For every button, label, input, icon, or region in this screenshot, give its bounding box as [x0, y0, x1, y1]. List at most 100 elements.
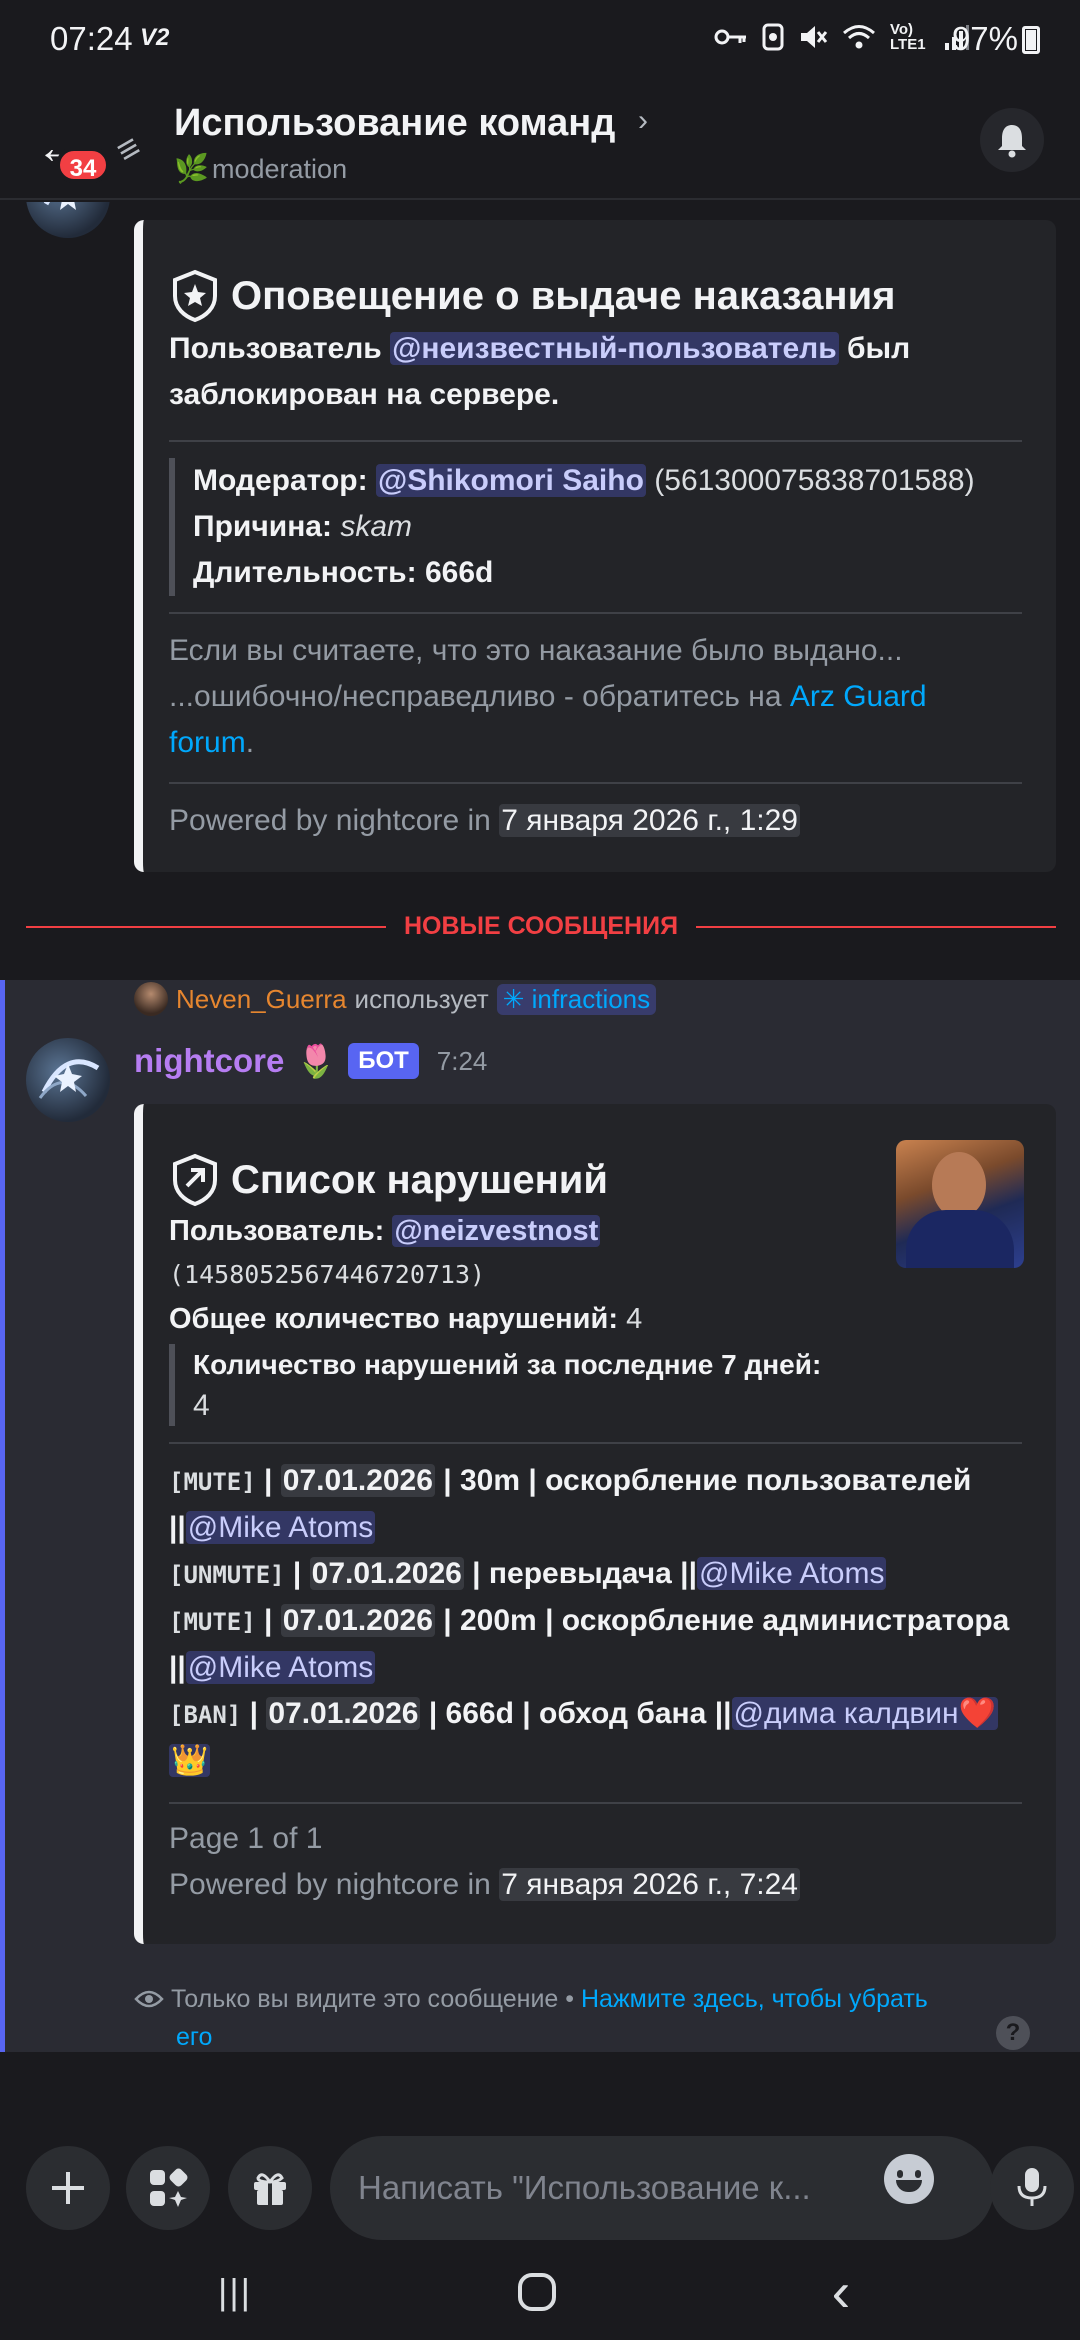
emoji-icon[interactable] — [884, 2154, 934, 2204]
apps-icon — [150, 2168, 188, 2207]
message-list[interactable]: Оповещение о выдаче наказания Пользовате… — [0, 202, 1080, 2052]
infraction-date: 07.01.2026 — [280, 1604, 435, 1637]
total-label: Общее количество нарушений: — [169, 1303, 618, 1335]
add-button[interactable] — [26, 2146, 110, 2230]
appeal-link-forum[interactable]: forum — [169, 726, 246, 759]
message-author-line: nightcore 🌷 БОТ 7:24 — [134, 1042, 487, 1080]
total-line: Общее количество нарушений: 4 — [169, 1296, 1022, 1342]
footer-text: Powered by nightcore in — [169, 1868, 500, 1901]
embed-divider — [169, 1802, 1022, 1804]
moderator-mention[interactable]: @Mike Atoms — [185, 1511, 376, 1544]
notification-icon — [762, 23, 784, 51]
infraction-type: [MUTE] — [169, 1468, 256, 1496]
infraction-type: [UNMUTE] — [169, 1561, 285, 1589]
author-emoji: 🌷 — [296, 1043, 337, 1079]
back-nav-button[interactable]: ‹ — [796, 2262, 886, 2322]
plus-icon — [52, 2172, 84, 2204]
recent-value: 4 — [193, 1389, 210, 1422]
appeal-link[interactable]: Arz Guard — [790, 680, 927, 713]
total-value: 4 — [626, 1303, 643, 1335]
footer-timestamp: 7 января 2026 г., 7:24 — [499, 1868, 800, 1901]
desc-line2: заблокирован на сервере. — [169, 378, 560, 411]
appeal-dot: . — [245, 726, 255, 759]
status-bar: 07:24 V2 Vo) LTE1 97% — [0, 0, 1080, 80]
duration-label: Длительность: — [193, 556, 417, 589]
moderator-mention[interactable]: @дима калдвин❤️ — [731, 1697, 998, 1730]
infraction-date: 07.01.2026 — [309, 1557, 464, 1590]
bot-avatar[interactable] — [26, 202, 110, 238]
user-label: Пользователь: — [169, 1215, 385, 1247]
user-avatar-small[interactable] — [134, 982, 168, 1016]
command-user[interactable]: Neven_Guerra — [176, 984, 347, 1015]
author-name[interactable]: nightcore — [134, 1042, 284, 1080]
appeal-line1: Если вы считаете, что это наказание было… — [169, 634, 903, 667]
recents-button[interactable]: ||| — [190, 2262, 280, 2322]
infraction-date: 07.01.2026 — [280, 1464, 435, 1497]
embed-footer: Powered by nightcore in 7 января 2026 г.… — [169, 798, 1022, 844]
microphone-button[interactable] — [990, 2146, 1074, 2230]
embed-title: Список нарушений — [169, 1152, 1022, 1208]
command-chip[interactable]: ✳ infractions — [496, 983, 657, 1015]
battery-icon — [1022, 26, 1040, 54]
recent-quote: Количество нарушений за последние 7 дней… — [169, 1344, 1022, 1426]
embed-divider — [169, 1442, 1022, 1444]
infraction-separator: || — [169, 1651, 186, 1684]
gift-button[interactable] — [228, 2146, 312, 2230]
channel-title[interactable]: Использование команд — [174, 102, 615, 145]
dismiss-link-cont[interactable]: его — [176, 2023, 212, 2051]
infraction-details: | 30m | оскорбление пользователей — [434, 1464, 972, 1497]
ephemeral-notice: Только вы видите это сообщение • Нажмите… — [134, 1980, 974, 2052]
desc-prefix: Пользователь — [169, 332, 391, 365]
embed-thumbnail[interactable] — [896, 1140, 1024, 1268]
embed-title-text: Список нарушений — [231, 1157, 608, 1202]
leaf-icon: 🌿 — [174, 153, 209, 184]
user-mention[interactable]: @neizvestnost — [392, 1215, 601, 1247]
ephemeral-text: Только вы видите это сообщение • — [170, 1985, 581, 2013]
thumbnail-face — [932, 1152, 986, 1218]
apps-button[interactable] — [126, 2146, 210, 2230]
moderator-id: (561300075838701588) — [654, 464, 975, 497]
new-messages-line — [696, 926, 1056, 928]
help-icon[interactable]: ? — [996, 2016, 1030, 2050]
reason-value: skam — [340, 510, 413, 543]
dismiss-link[interactable]: Нажмите здесь, чтобы убрать — [581, 1985, 928, 2013]
moderator-line: Модератор: @Shikomori Saiho (56130007583… — [193, 458, 1022, 504]
command-reply-line[interactable]: Neven_Guerra использует ✳ infractions — [134, 982, 657, 1016]
unread-badge: 34 — [56, 147, 110, 183]
infractions-embed: Список нарушений Пользователь: @neizvest… — [134, 1104, 1056, 1944]
recent-label: Количество нарушений за последние 7 дней… — [193, 1349, 822, 1380]
status-icons: Vo) LTE1 — [714, 22, 970, 52]
embed-details-quote: Модератор: @Shikomori Saiho (56130007583… — [169, 458, 1022, 596]
chevron-right-icon[interactable]: › — [638, 104, 648, 138]
moderator-mention[interactable]: @Mike Atoms — [185, 1651, 376, 1684]
infraction-details: | 666d | обход бана || — [420, 1697, 732, 1730]
user-id: (1458052567446720713) — [169, 1260, 486, 1289]
home-button[interactable] — [492, 2262, 582, 2322]
command-verb: использует — [354, 983, 489, 1014]
infraction-details: | 200m | оскорбление администратора — [434, 1604, 1010, 1637]
moderator-mention[interactable]: @Mike Atoms — [696, 1557, 887, 1590]
gift-icon — [254, 2173, 286, 2205]
network-label: Vo) LTE1 — [890, 21, 926, 53]
infractions-list: [MUTE] | 07.01.2026 | 30m | оскорбление … — [169, 1458, 1022, 1784]
infraction-type: [BAN] — [169, 1701, 242, 1729]
thread-icon: ≡ — [108, 125, 148, 172]
infraction-item: [MUTE] | 07.01.2026 | 200m | оскорбление… — [169, 1604, 1010, 1684]
infraction-separator: || — [169, 1511, 186, 1544]
user-mention[interactable]: @неизвестный-пользователь — [390, 332, 839, 365]
shield-icon — [173, 1153, 217, 1207]
bot-avatar[interactable] — [26, 1038, 110, 1122]
crown-emoji: 👑 — [169, 1744, 211, 1777]
embed-divider — [169, 440, 1022, 442]
wifi-icon — [843, 25, 875, 49]
infraction-item: [BAN] | 07.01.2026 | 666d | обход бана |… — [169, 1697, 998, 1777]
channel-subtitle: moderation — [212, 154, 348, 184]
embed-title-text: Оповещение о выдаче наказания — [231, 273, 896, 318]
reason-line: Причина: skam — [193, 504, 1022, 550]
infraction-type: [MUTE] — [169, 1608, 256, 1636]
moderator-mention[interactable]: @Shikomori Saiho — [375, 464, 646, 497]
home-icon — [518, 2273, 556, 2311]
bell-icon — [998, 125, 1026, 158]
infraction-date: 07.01.2026 — [266, 1697, 421, 1730]
bell-button[interactable] — [980, 108, 1044, 172]
